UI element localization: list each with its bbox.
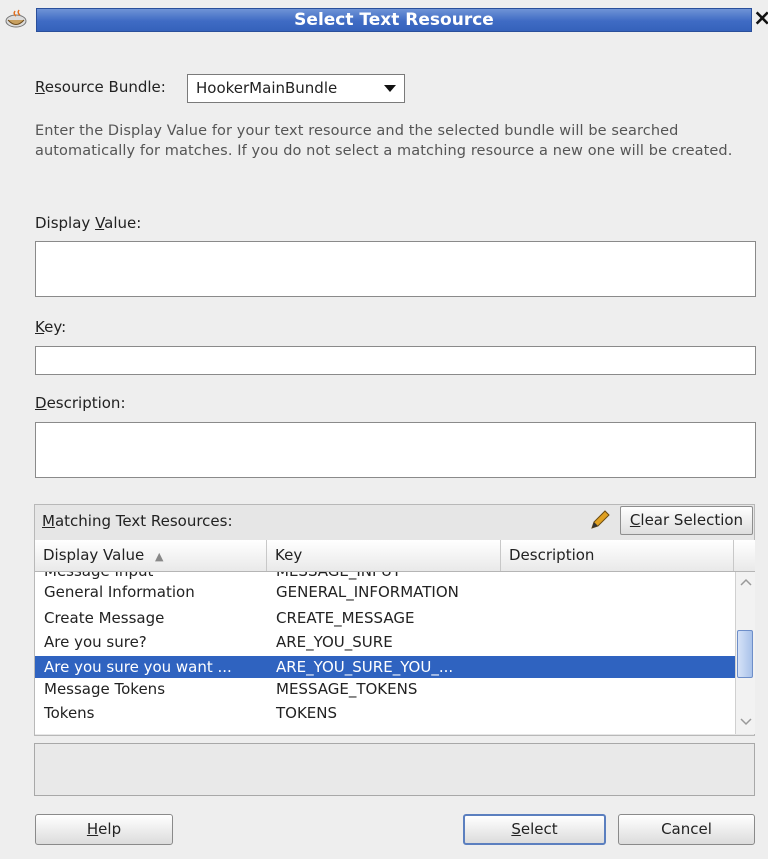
cell-key: GENERAL_INFORMATION [276,583,459,601]
display-value-field[interactable] [35,241,756,297]
results-table: Message Input MESSAGE_INPUT General Info… [35,572,735,734]
column-header-description[interactable]: Description [501,540,734,571]
table-header: Display Value ▲ Key Description [35,540,755,572]
table-row[interactable]: Message Tokens MESSAGE_TOKENS [35,678,735,700]
scrollbar-thumb[interactable] [737,630,753,678]
cell-key: CREATE_MESSAGE [276,609,415,627]
cell-display: Message Tokens [44,680,166,698]
cell-display: Are you sure? [44,633,147,651]
table-row[interactable]: General Information GENERAL_INFORMATION [35,581,735,603]
title-bar: Select Text Resource × [0,0,768,38]
table-row[interactable]: Are you sure? ARE_YOU_SURE [35,631,735,653]
key-field[interactable] [35,346,756,375]
select-button[interactable]: Select [463,814,606,845]
cell-key: ARE_YOU_SURE [276,633,393,651]
cell-key: TOKENS [276,704,338,722]
cell-display: General Information [44,583,195,601]
scroll-down-icon[interactable] [740,718,752,726]
column-header-key[interactable]: Key [267,540,501,571]
clear-selection-button[interactable]: Clear Selection [620,506,753,535]
table-row-selected[interactable]: Are you sure you want ... ARE_YOU_SURE_Y… [35,656,735,678]
column-header-display-value[interactable]: Display Value ▲ [35,540,267,571]
resource-bundle-label: Resource Bundle: [35,78,166,96]
cell-display: Tokens [44,704,95,722]
table-row[interactable]: Create Message CREATE_MESSAGE [35,607,735,629]
display-value-label: Display Value: [35,214,142,232]
sort-ascending-icon: ▲ [155,550,164,563]
vertical-scrollbar[interactable] [735,572,755,734]
app-cup-icon [5,9,27,28]
close-icon[interactable]: × [753,6,768,32]
scroll-up-icon[interactable] [740,578,752,586]
description-label: Description: [35,394,126,412]
help-button[interactable]: Help [35,814,173,845]
resource-bundle-value: HookerMainBundle [196,79,338,97]
window-title: Select Text Resource [36,8,752,32]
help-text: Enter the Display Value for your text re… [35,123,733,159]
table-row[interactable]: Tokens TOKENS [35,702,735,724]
status-box [34,743,755,796]
matching-resources-label: Matching Text Resources: [42,512,233,530]
key-label: Key: [35,318,67,336]
cancel-button[interactable]: Cancel [618,814,755,845]
pencil-icon[interactable] [588,508,612,532]
description-field[interactable] [35,422,756,478]
chevron-down-icon [384,85,396,92]
cell-key: ARE_YOU_SURE_YOU_... [276,658,454,676]
resource-bundle-select[interactable]: HookerMainBundle [187,74,405,103]
cell-display: Create Message [44,609,165,627]
cell-display: Are you sure you want ... [44,658,232,676]
cell-key: MESSAGE_TOKENS [276,680,418,698]
